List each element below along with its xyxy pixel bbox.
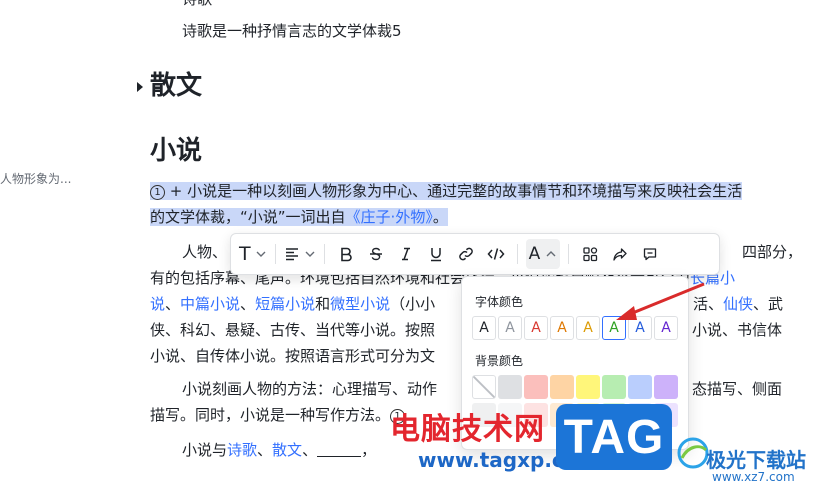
watermark-jx-url: www.xz7.com [712,470,795,484]
link-medium-novel[interactable]: 中篇小说 [180,295,240,313]
heading-prose: 散文 [150,71,203,101]
text-format-toolbar: T A [230,233,720,275]
fill-blank [317,443,362,457]
more-blocks-button[interactable] [577,239,603,269]
italic-button[interactable] [393,239,419,269]
comment-icon [644,248,657,261]
bg-color-swatch[interactable] [550,375,574,399]
tag-logo-text: TAG [563,410,665,464]
bg-color-swatch[interactable] [576,375,600,399]
footnote-marker[interactable]: 1 [150,185,165,200]
paragraph-text: 说、中篇小说、短篇小说和微型小说（小小 [150,295,436,313]
selected-text: + 小说是一种以刻画人物形象为中心、通过完整的故事情节和环境描写来反映社会生活 [165,182,743,200]
align-left-icon [285,248,298,261]
toolbar-divider [516,244,518,264]
font-color-swatch[interactable]: A [524,316,548,340]
bg-color-swatch[interactable] [524,375,548,399]
heading-collapse-handle[interactable] [137,82,143,92]
watermark-site-name: 电脑技术网 [390,412,545,447]
paragraph-text: 小说刻画人物的方法：心理描写、动作 [182,380,438,398]
link-icon [458,247,473,261]
annotation-arrow [616,282,705,320]
bg-color-title: 背景颜色 [475,354,524,368]
align-dropdown[interactable] [284,239,316,269]
chevron-up-icon [546,251,556,257]
paragraph-text: 描写。同时，小说是一种写作方法。 1 [150,402,406,428]
heading-novel: 小说 [150,136,203,166]
text-style-icon: T [239,242,251,265]
source-link[interactable]: 《庄子·外物》 [346,208,433,226]
poem-line: 诗歌是一种抒情言志的文学体裁5 [182,22,402,40]
text-style-dropdown[interactable]: T [239,239,267,269]
bg-color-swatch[interactable] [602,375,626,399]
underline-button[interactable] [423,239,449,269]
strikethrough-button[interactable] [363,239,389,269]
link-poetry[interactable]: 诗歌 [227,441,257,459]
link-long-novel-cont[interactable]: 说 [150,295,165,313]
watermark-tag-logo: TAG [556,404,672,470]
aurora-logo-icon [677,437,709,469]
paragraph-text: 人物、 [182,243,228,261]
selected-paragraph-line-2: 的文学体裁，“小说”一词出自《庄子·外物》。 [150,204,448,230]
bold-button[interactable] [333,239,359,269]
share-button[interactable] [607,239,633,269]
toolbar-divider [323,244,325,264]
toolbar-divider [274,244,276,264]
bg-color-swatches-row1 [472,375,678,399]
font-color-swatch[interactable]: A [472,316,496,340]
paragraph-text: 小说与诗歌、散文、， [182,441,377,459]
link-xianxia[interactable]: 仙侠 [723,295,753,313]
chevron-down-icon [256,251,266,257]
font-color-swatch[interactable]: A [550,316,574,340]
chevron-down-icon [305,251,315,257]
toolbar-divider [568,244,570,264]
share-arrow-icon [613,248,627,261]
watermark-jx-name: 极光下载站 [706,448,806,472]
partial-text-line: 诗歌 [182,0,212,12]
selected-text: 的文学体裁，“小说”一词出自 [150,208,346,226]
font-color-swatch[interactable]: A [576,316,600,340]
bg-color-swatch[interactable] [654,375,678,399]
strikethrough-icon [369,247,382,261]
paragraph-text: 态描写、侧面 [692,380,783,398]
link-micro-novel[interactable]: 微型小说 [330,295,390,313]
italic-icon [401,247,410,261]
grid-icon [583,247,598,262]
no-bg-color-swatch[interactable] [472,375,496,399]
paragraph-text: 侠、科幻、悬疑、古传、当代等小说。按照 [150,321,436,339]
bg-color-swatch[interactable] [628,375,652,399]
margin-comment-preview[interactable]: 人物形象为... [0,170,71,187]
font-color-icon: A [528,243,541,264]
font-color-swatch[interactable]: A [498,316,522,340]
font-color-title: 字体颜色 [475,295,524,309]
link-prose[interactable]: 散文 [272,441,302,459]
inline-code-button[interactable] [483,239,509,269]
link-button[interactable] [453,239,479,269]
selected-text: 。 [432,208,448,226]
paragraph-text: 四部分， [742,243,803,261]
code-icon [487,248,505,260]
underline-icon [430,248,441,262]
paragraph-text: 小说、自传体小说。按照语言形式可分为文 [150,347,436,365]
link-short-novel[interactable]: 短篇小说 [255,295,315,313]
selected-paragraph-line-1: 1 + 小说是一种以刻画人物形象为中心、通过完整的故事情节和环境描写来反映社会生… [150,178,743,204]
bg-color-swatch[interactable] [498,375,522,399]
comment-button[interactable] [637,239,663,269]
bold-icon [340,247,352,262]
font-color-button[interactable]: A [525,239,561,269]
